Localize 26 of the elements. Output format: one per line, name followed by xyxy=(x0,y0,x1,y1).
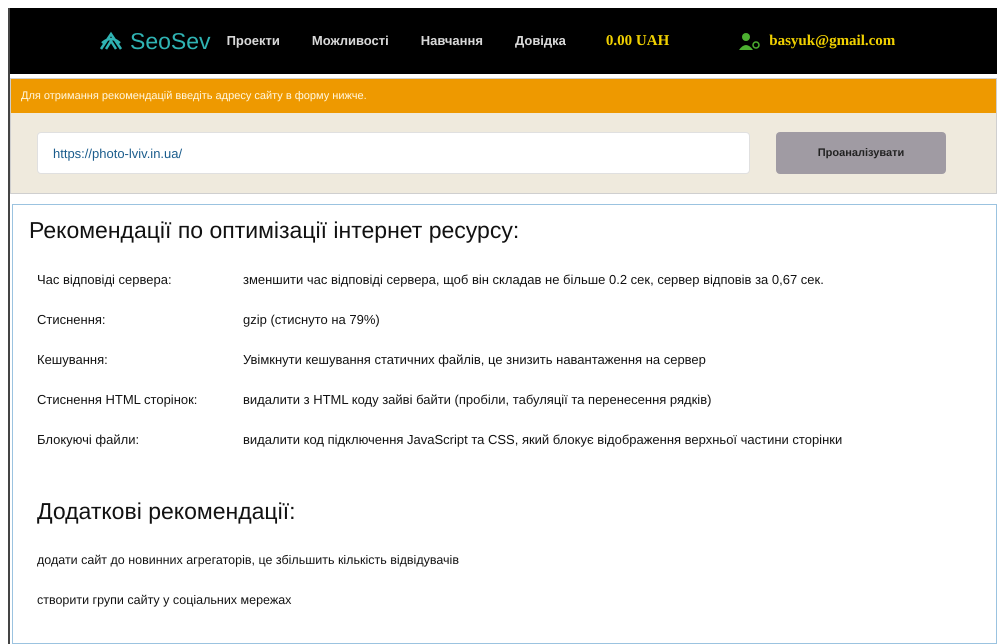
logo-text[interactable]: SeoSev xyxy=(130,24,211,58)
recommendation-label: Час відповіді сервера: xyxy=(37,270,173,289)
user-email[interactable]: basyuk@gmail.com xyxy=(769,30,896,52)
logo-icon xyxy=(98,31,124,51)
nav-link[interactable]: Можливості xyxy=(312,31,389,51)
recommendation-text: додати сайт до новинних агрегаторів, це збільшить кількість відвідувачів xyxy=(37,552,459,569)
recommendation-text: gzip (стиснуто на 79%) xyxy=(243,310,380,329)
recommendation-text: видалити з HTML коду зайві байти (пробіли, табуляції та перенесення рядків) xyxy=(243,390,712,409)
nav-link[interactable]: Проекти xyxy=(226,31,280,51)
nav-link[interactable]: Довідка xyxy=(514,31,566,51)
recommendation-label: Стиснення: xyxy=(37,310,107,329)
recommendation-text: Увімкнути кешування статичних файлів, це знизить навантаження на сервер xyxy=(243,350,706,369)
section-heading: Рекомендації по оптимізації інтернет ресурсу: xyxy=(29,216,520,245)
balance: 0.00 UAH xyxy=(606,32,670,51)
section-heading: Додаткові рекомендації: xyxy=(37,496,296,526)
notice-text: Для отримання рекомендацій введіть адресу сайту в форму нижче. xyxy=(11,79,996,113)
recommendation-label: Кешування: xyxy=(37,350,109,369)
analyze-button[interactable]: Проаналізувати xyxy=(776,132,946,174)
recommendation-label: Стиснення HTML сторінок: xyxy=(37,390,198,409)
recommendation-text: створити групи сайту у соціальних мережах xyxy=(37,592,292,609)
recommendation-text: видалити код підключення JavaScript та CSS, який блокує відображення верхньої частини сторінки xyxy=(243,430,842,449)
recommendation-text: зменшити час відповіді сервера, щоб він складав не більше 0.2 сек, сервер відповів за 0,67 сек. xyxy=(243,270,824,289)
url-input-field[interactable]: https://photo-lviv.in.ua/ xyxy=(37,132,750,174)
nav-link[interactable]: Навчання xyxy=(420,31,483,51)
recommendation-label: Блокуючі файли: xyxy=(37,430,140,449)
user-icon[interactable] xyxy=(739,32,762,50)
